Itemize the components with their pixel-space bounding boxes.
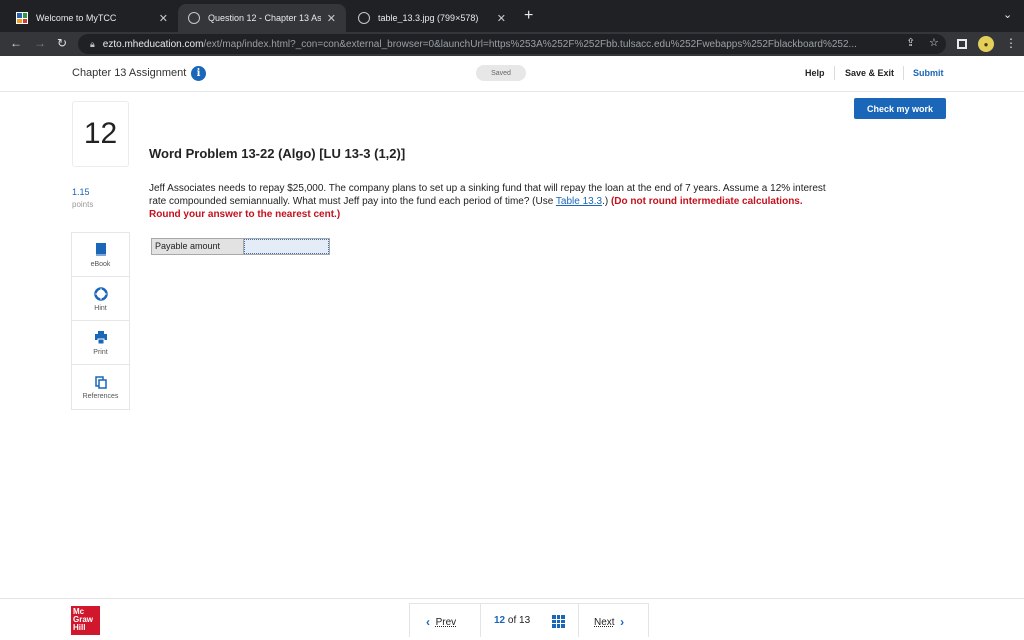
share-icon[interactable]: ⇪	[906, 36, 915, 49]
print-button[interactable]: Print	[72, 321, 129, 365]
hint-button[interactable]: Hint	[72, 277, 129, 321]
of-label: of	[507, 615, 517, 626]
tools-panel: eBook Hint Print References	[71, 232, 130, 410]
lock-icon: 🔒︎	[90, 38, 95, 49]
divider	[578, 604, 579, 637]
next-label: Next	[594, 616, 615, 628]
printer-icon	[94, 330, 108, 346]
profile-avatar-icon[interactable]: ●	[978, 36, 994, 52]
tab-close-icon[interactable]: ✕	[159, 12, 168, 25]
points-label: points	[72, 200, 94, 209]
chevron-down-icon[interactable]: ⌄	[1003, 8, 1012, 21]
browser-tab-table[interactable]: table_13.3.jpg (799×578) ✕	[348, 4, 516, 32]
tool-label: Print	[93, 348, 108, 356]
url-path: /ext/map/index.html?_con=con&external_br…	[203, 38, 857, 50]
star-icon[interactable]: ☆	[929, 36, 939, 49]
saved-status-badge: Saved	[476, 65, 526, 81]
globe-icon	[358, 12, 370, 24]
tab-close-icon[interactable]: ✕	[327, 12, 336, 25]
prev-label: Prev	[435, 616, 457, 628]
address-bar[interactable]: 🔒︎ ezto.mheducation.com /ext/map/index.h…	[78, 34, 946, 54]
mytcc-favicon-icon	[16, 12, 28, 24]
tool-label: References	[82, 393, 119, 400]
question-pager: ‹ Prev 12 of 13 Next ›	[409, 603, 649, 637]
more-menu-icon[interactable]: ⋮	[1005, 36, 1017, 50]
divider	[903, 66, 904, 80]
mcgraw-hill-logo: Mc Graw Hill	[71, 606, 100, 635]
lifebuoy-icon	[93, 286, 108, 302]
info-icon[interactable]: i	[191, 66, 206, 81]
footer-bar: Mc Graw Hill ‹ Prev 12 of 13 Next ›	[0, 598, 1024, 640]
assignment-title: Chapter 13 Assignment	[72, 67, 187, 79]
check-my-work-button[interactable]: Check my work	[854, 98, 946, 119]
browser-tab-mytcc[interactable]: Welcome to MyTCC ✕	[6, 4, 178, 32]
answer-label: Payable amount	[152, 239, 244, 254]
question-number: 12	[72, 101, 129, 167]
copy-icon	[94, 374, 107, 390]
browser-tab-question[interactable]: Question 12 - Chapter 13 Assic ✕	[178, 4, 346, 32]
tab-close-icon[interactable]: ✕	[497, 12, 506, 25]
plus-icon[interactable]: +	[524, 7, 533, 25]
current-page: 12	[494, 615, 506, 626]
tool-label: Hint	[94, 304, 107, 312]
tab-title: Welcome to MyTCC	[36, 13, 117, 23]
question-text-end: .)	[602, 196, 611, 207]
table-link[interactable]: Table 13.3	[556, 196, 602, 207]
page-counter: 12 of 13	[494, 615, 530, 626]
tab-title: table_13.3.jpg (799×578)	[378, 13, 479, 23]
answer-table: Payable amount	[151, 238, 330, 255]
back-arrow-icon[interactable]: ←	[10, 36, 22, 50]
payable-amount-input[interactable]	[244, 239, 329, 254]
tool-label: eBook	[90, 260, 111, 268]
question-grid-icon[interactable]	[552, 615, 565, 628]
divider	[834, 66, 835, 80]
chevron-right-icon: ›	[620, 615, 625, 629]
browser-toolbar: ← → ↻ 🔒︎ ezto.mheducation.com /ext/map/i…	[0, 32, 1024, 56]
submit-link[interactable]: Submit	[913, 68, 944, 78]
question-body: Jeff Associates needs to repay $25,000. …	[149, 182, 829, 221]
reload-icon[interactable]: ↻	[57, 36, 67, 50]
book-icon	[95, 242, 107, 258]
prev-button[interactable]: ‹ Prev	[426, 615, 456, 629]
points-value: 1.15	[72, 187, 90, 197]
divider	[480, 604, 481, 637]
extension-icon[interactable]	[957, 39, 967, 49]
question-title: Word Problem 13-22 (Algo) [LU 13-3 (1,2)…	[149, 146, 406, 161]
total-pages: 13	[519, 615, 531, 626]
url-host: ezto.mheducation.com	[102, 38, 204, 50]
ebook-button[interactable]: eBook	[72, 233, 129, 277]
references-button[interactable]: References	[72, 365, 129, 409]
browser-tab-bar: Welcome to MyTCC ✕ Question 12 - Chapter…	[0, 0, 1024, 32]
tab-title: Question 12 - Chapter 13 Assic	[208, 13, 321, 23]
chevron-left-icon: ‹	[426, 615, 430, 629]
assignment-header: Chapter 13 Assignment i Saved Help Save …	[0, 56, 1024, 92]
next-button[interactable]: Next ›	[594, 615, 624, 629]
save-exit-link[interactable]: Save & Exit	[845, 68, 894, 78]
forward-arrow-icon[interactable]: →	[34, 36, 46, 50]
help-link[interactable]: Help	[805, 68, 825, 78]
globe-icon	[188, 12, 200, 24]
